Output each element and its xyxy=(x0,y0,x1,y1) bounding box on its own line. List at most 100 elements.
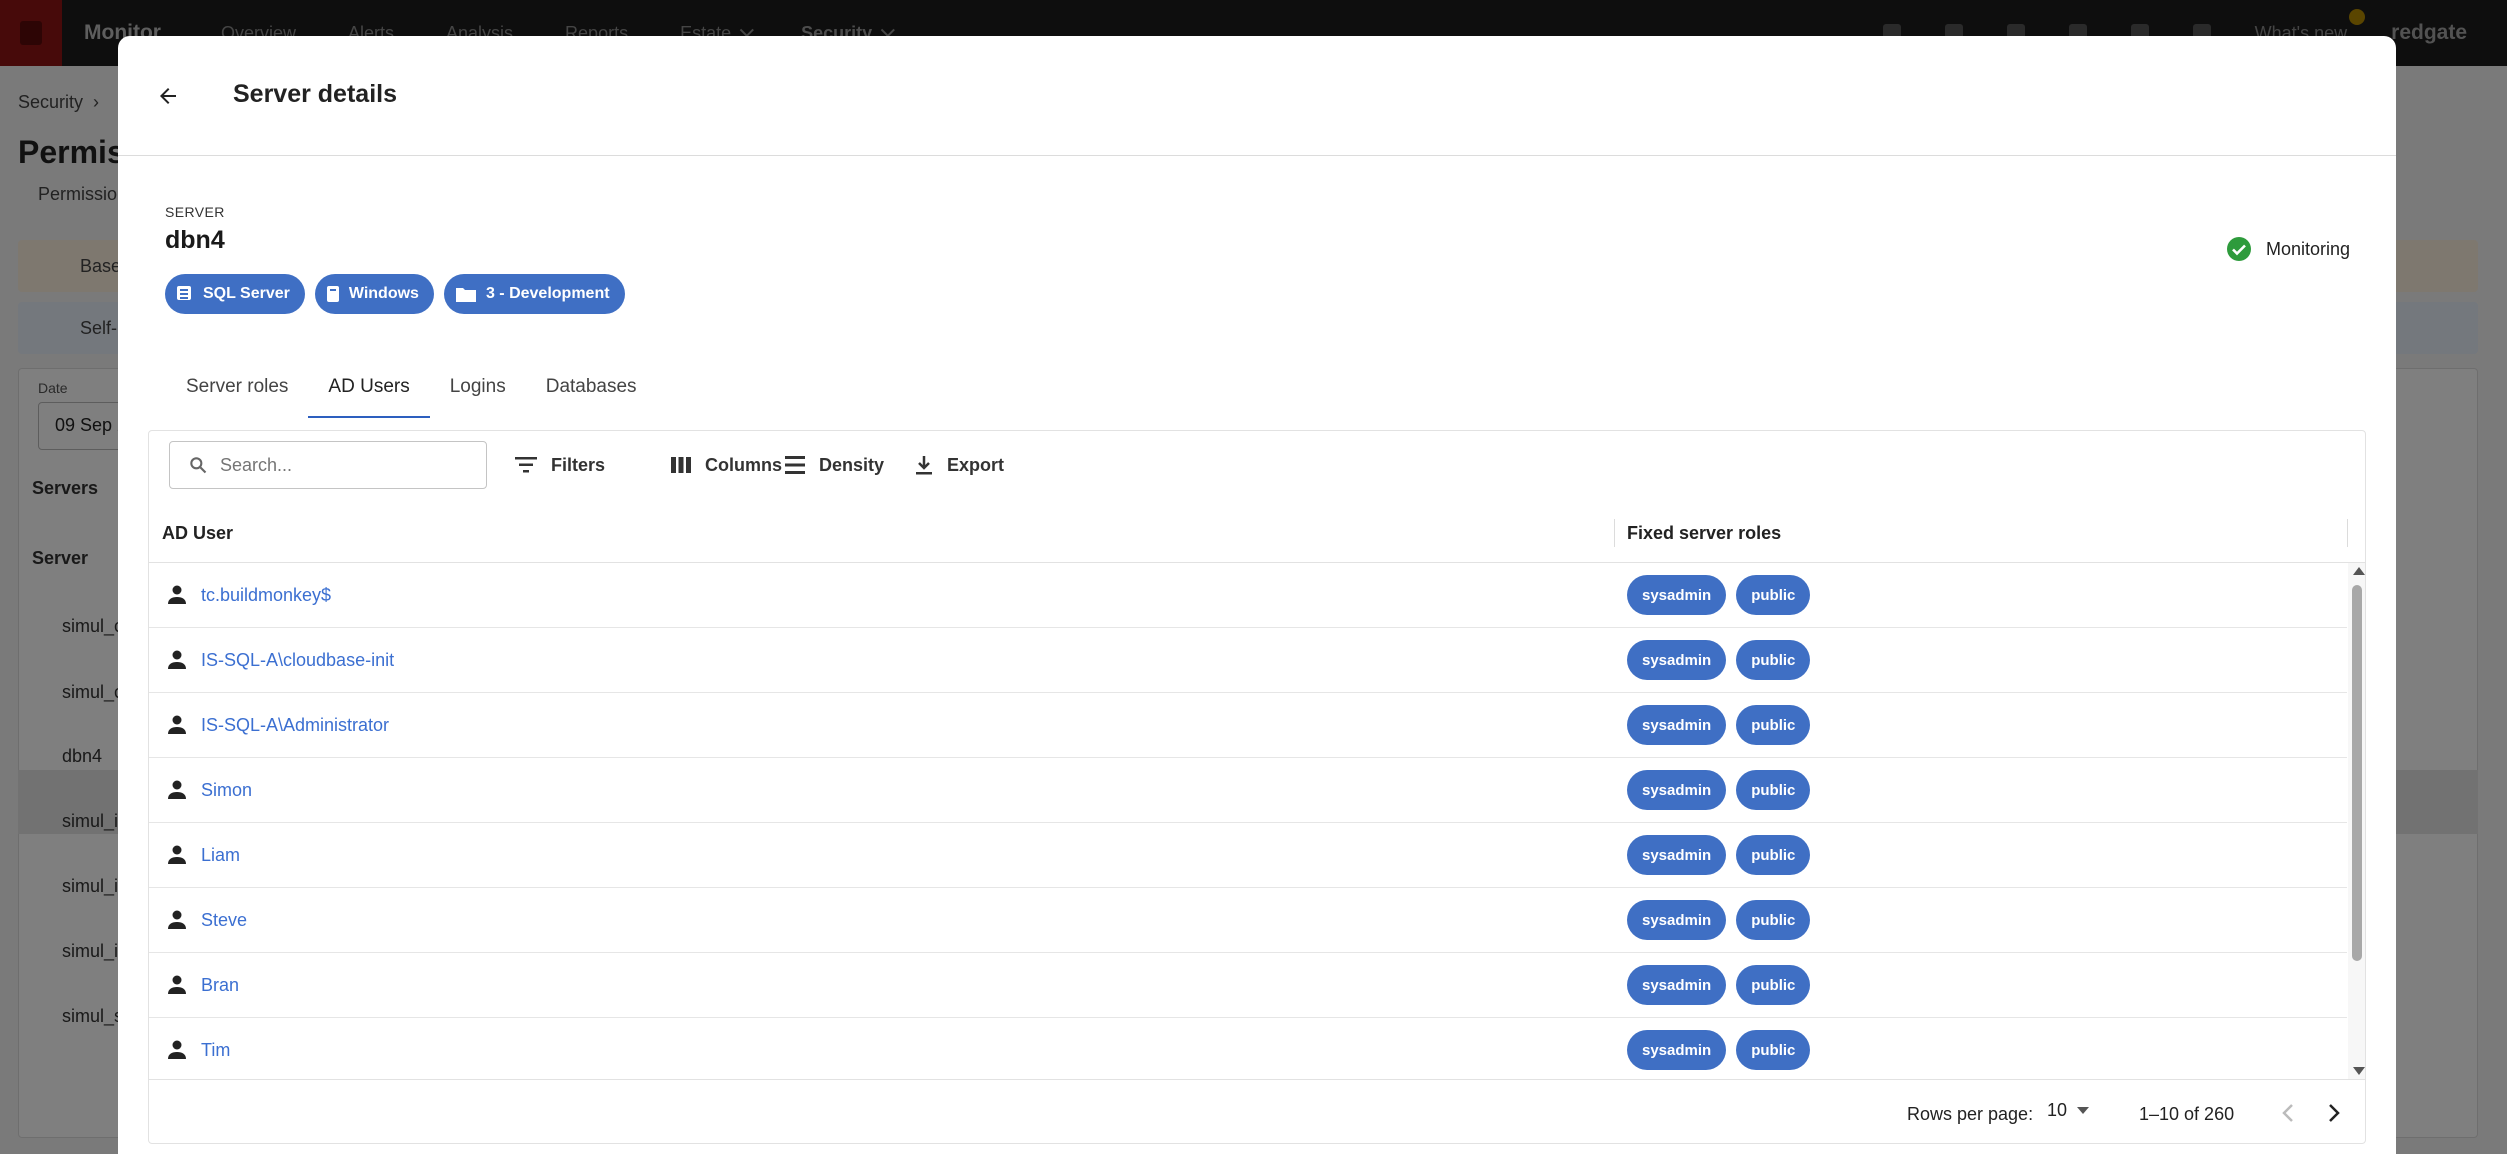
grid-toolbar: Filters Columns Density Export xyxy=(149,431,2365,503)
column-separator[interactable] xyxy=(1614,519,1615,547)
ad-user-link[interactable]: Simon xyxy=(201,780,252,801)
table-row: Liam sysadmin public xyxy=(149,823,2347,888)
row-roles: sysadmin public xyxy=(1627,1030,1811,1070)
role-chip: sysadmin xyxy=(1627,1030,1727,1070)
arrow-left-icon xyxy=(160,88,176,104)
tab-server-roles[interactable]: Server roles xyxy=(166,366,308,414)
grid-rows: tc.buildmonkey$ sysadmin public IS-SQL-A\… xyxy=(149,563,2347,1079)
column-separator[interactable] xyxy=(2347,519,2348,547)
row-roles: sysadmin public xyxy=(1627,965,1811,1005)
tab-ad-users[interactable]: AD Users xyxy=(308,366,431,418)
rows-per-page-select[interactable]: 10 xyxy=(2047,1100,2090,1121)
column-header-fixed-server-roles[interactable]: Fixed server roles xyxy=(1627,523,1781,544)
tab-databases[interactable]: Databases xyxy=(526,366,657,414)
ad-user-link[interactable]: tc.buildmonkey$ xyxy=(201,585,331,606)
chip-windows: Windows xyxy=(314,274,434,314)
column-header-ad-user[interactable]: AD User xyxy=(162,523,233,544)
server-details-dialog: Server details SERVER dbn4 SQL Server Wi… xyxy=(118,36,2396,1154)
role-chip: public xyxy=(1736,900,1811,940)
row-roles: sysadmin public xyxy=(1627,835,1811,875)
search-input[interactable] xyxy=(220,454,460,476)
row-roles: sysadmin public xyxy=(1627,705,1811,745)
ad-user-link[interactable]: IS-SQL-A\cloudbase-init xyxy=(201,650,394,671)
ad-user-link[interactable]: IS-SQL-A\Administrator xyxy=(201,715,389,736)
scroll-up-arrow-icon[interactable] xyxy=(2353,567,2365,575)
row-roles: sysadmin public xyxy=(1627,770,1811,810)
role-chip: sysadmin xyxy=(1627,965,1727,1005)
monitoring-status-label: Monitoring xyxy=(2265,238,2350,259)
previous-page-button[interactable] xyxy=(2273,1098,2303,1128)
role-chip: public xyxy=(1736,1030,1811,1070)
density-icon xyxy=(785,456,805,474)
density-button[interactable]: Density xyxy=(785,443,884,487)
person-icon xyxy=(168,975,186,994)
rows-per-page-value: 10 xyxy=(2047,1100,2068,1120)
person-icon xyxy=(168,715,186,734)
chip-sql-server-label: SQL Server xyxy=(203,285,290,302)
grid-column-headers: AD User Fixed server roles xyxy=(149,503,2365,563)
monitoring-status: Monitoring xyxy=(2226,236,2350,262)
person-icon xyxy=(168,910,186,929)
rows-per-page-label: Rows per page: xyxy=(1907,1104,2034,1124)
person-icon xyxy=(168,585,186,604)
back-button[interactable] xyxy=(148,76,188,116)
density-label: Density xyxy=(819,454,885,475)
server-label: SERVER xyxy=(165,204,225,220)
filters-label: Filters xyxy=(551,454,606,475)
row-roles: sysadmin public xyxy=(1627,640,1811,680)
columns-icon xyxy=(671,457,691,473)
download-icon xyxy=(916,456,932,475)
scrollbar-thumb[interactable] xyxy=(2352,585,2362,961)
role-chip: sysadmin xyxy=(1627,900,1727,940)
details-tabs: Server roles AD Users Logins Databases xyxy=(166,366,657,418)
table-row: Tim sysadmin public xyxy=(149,1018,2347,1079)
role-chip: sysadmin xyxy=(1627,705,1727,745)
server-icon xyxy=(326,286,339,302)
check-circle-icon xyxy=(2226,237,2251,261)
row-roles: sysadmin public xyxy=(1627,900,1811,940)
chevron-right-icon xyxy=(2329,1104,2340,1122)
person-icon xyxy=(168,780,186,799)
next-page-button[interactable] xyxy=(2319,1098,2349,1128)
vertical-scrollbar[interactable] xyxy=(2348,563,2365,1079)
table-row: IS-SQL-A\cloudbase-init sysadmin public xyxy=(149,628,2347,693)
table-row: Bran sysadmin public xyxy=(149,953,2347,1018)
search-box[interactable] xyxy=(169,441,487,489)
server-name: dbn4 xyxy=(165,226,225,254)
chip-sql-server: SQL Server xyxy=(165,274,305,314)
dialog-header: Server details xyxy=(118,36,2396,156)
filters-button[interactable]: Filters xyxy=(515,443,605,487)
table-row: tc.buildmonkey$ sysadmin public xyxy=(149,563,2347,628)
dialog-title: Server details xyxy=(233,80,397,108)
ad-user-link[interactable]: Liam xyxy=(201,845,240,866)
columns-button[interactable]: Columns xyxy=(671,443,782,487)
chip-environment: 3 - Development xyxy=(443,274,625,314)
export-label: Export xyxy=(947,454,1005,475)
role-chip: public xyxy=(1736,835,1811,875)
person-icon xyxy=(168,845,186,864)
row-roles: sysadmin public xyxy=(1627,575,1811,615)
dropdown-arrow-icon xyxy=(2077,1107,2090,1114)
role-chip: sysadmin xyxy=(1627,640,1727,680)
ad-user-link[interactable]: Tim xyxy=(201,1040,230,1061)
server-tags: SQL Server Windows 3 - Development xyxy=(165,274,625,314)
role-chip: public xyxy=(1736,965,1811,1005)
database-icon xyxy=(177,286,191,300)
tab-logins[interactable]: Logins xyxy=(430,366,526,414)
role-chip: public xyxy=(1736,575,1811,615)
export-button[interactable]: Export xyxy=(915,443,1004,487)
grid-pagination: Rows per page: 10 1–10 of 260 xyxy=(149,1079,2365,1143)
ad-user-link[interactable]: Bran xyxy=(201,975,239,996)
table-row: Simon sysadmin public xyxy=(149,758,2347,823)
columns-label: Columns xyxy=(705,454,783,475)
folder-icon xyxy=(455,288,476,302)
ad-user-link[interactable]: Steve xyxy=(201,910,247,931)
role-chip: sysadmin xyxy=(1627,835,1727,875)
role-chip: sysadmin xyxy=(1627,575,1727,615)
scroll-down-arrow-icon[interactable] xyxy=(2353,1067,2365,1075)
ad-users-grid: Filters Columns Density Export AD User F… xyxy=(148,430,2366,1144)
chip-windows-label: Windows xyxy=(348,285,419,302)
pagination-range: 1–10 of 260 xyxy=(2139,1104,2235,1124)
person-icon xyxy=(168,1040,186,1059)
role-chip: public xyxy=(1736,770,1811,810)
